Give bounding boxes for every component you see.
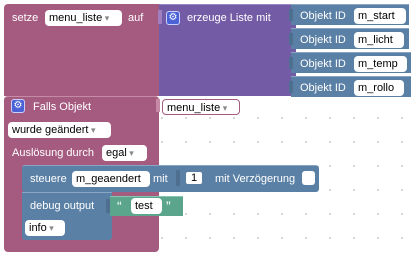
control-value-field[interactable]: 1: [184, 170, 204, 186]
object-id-label: Objekt ID: [300, 82, 346, 94]
object-id-label: Objekt ID: [300, 10, 346, 22]
open-quote-icon: “: [117, 198, 122, 214]
object-connector: [289, 33, 293, 45]
control-with-label: mit: [153, 173, 168, 185]
trigger-source-dropdown[interactable]: egal: [102, 145, 147, 161]
control-label: steuere: [30, 173, 67, 185]
trigger-event-dropdown[interactable]: wurde geändert: [8, 122, 111, 138]
object-id-label: Objekt ID: [300, 34, 346, 46]
set-prefix: setze: [12, 12, 39, 24]
object-id-value[interactable]: m_licht: [354, 32, 404, 48]
control-delay-label: mit Verzögerung: [215, 173, 296, 185]
debug-level-dropdown[interactable]: info: [25, 220, 65, 236]
value-input-notch: [176, 170, 180, 186]
trigger-object-dropdown[interactable]: menu_liste: [162, 99, 240, 115]
control-target-field[interactable]: m_geaendert: [72, 171, 150, 187]
close-quote-icon: ”: [166, 198, 171, 214]
object-connector: [289, 9, 293, 21]
create-list-label: erzeuge Liste mit: [187, 12, 271, 24]
object-connector: [289, 81, 293, 93]
trigger-source-label: Auslösung durch: [12, 147, 94, 159]
debug-text-field[interactable]: test: [131, 198, 162, 214]
debug-label: debug output: [30, 200, 95, 212]
object-id-value[interactable]: m_temp: [354, 56, 407, 72]
object-id-value[interactable]: m_rollo: [354, 80, 404, 96]
set-suffix: auf: [128, 12, 144, 24]
gear-icon[interactable]: ⚙: [11, 99, 25, 113]
delay-checkbox[interactable]: [302, 171, 315, 185]
list-input-notch: [158, 10, 162, 24]
object-connector: [289, 57, 293, 69]
object-id-value[interactable]: m_start: [354, 8, 406, 24]
trigger-label: Falls Objekt: [33, 101, 92, 113]
set-variable-dropdown[interactable]: menu_liste: [45, 10, 122, 26]
gear-icon[interactable]: ⚙: [166, 11, 180, 25]
object-id-label: Objekt ID: [300, 58, 346, 70]
trigger-input-notch: [156, 99, 160, 112]
